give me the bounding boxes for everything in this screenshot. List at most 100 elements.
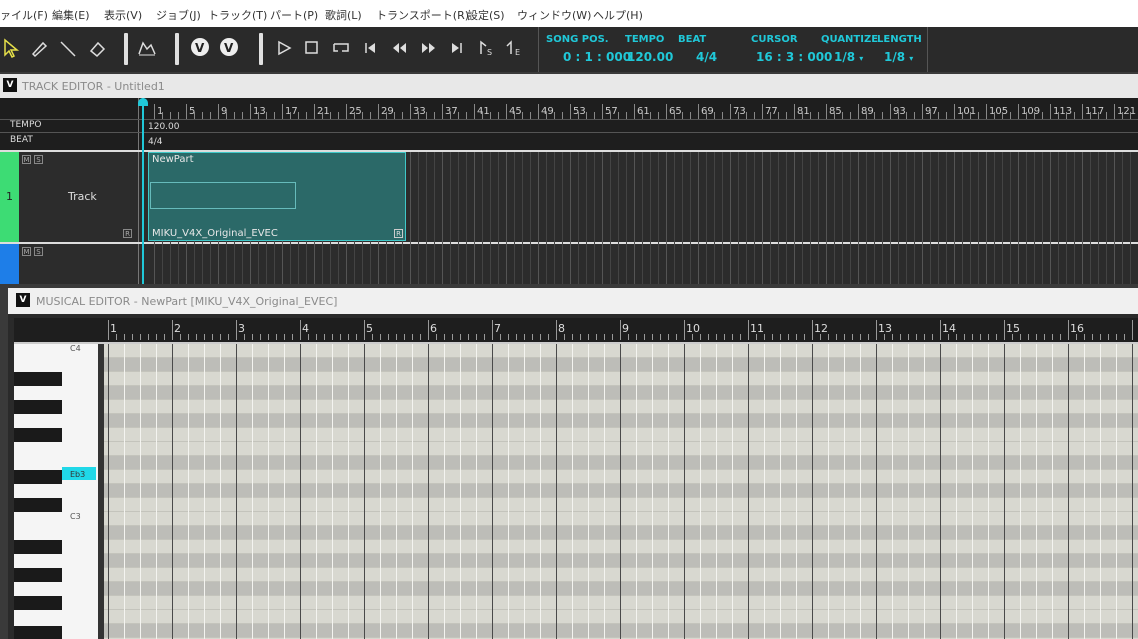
toolbar-separator [124, 33, 128, 65]
solo-button[interactable]: S [34, 155, 43, 164]
toolbar: V V S E SONG POS. 0 : 1 : 000 TEMPO 120.… [0, 27, 1138, 72]
musical-editor: V MUSICAL EDITOR - NewPart [MIKU_V4X_Ori… [8, 288, 1138, 639]
key-label-eb3: Eb3 [70, 470, 86, 479]
ruler-mark: 33 [413, 106, 426, 117]
measure-number: 12 [814, 322, 828, 335]
menu-item[interactable]: ヘルプ(H) [593, 7, 643, 23]
menu-item[interactable]: トランスポート(R) [376, 7, 469, 23]
beat-marker[interactable]: 4/4 [148, 137, 162, 147]
svg-text:V: V [224, 41, 234, 55]
vocaloid-logo-icon: V [3, 78, 17, 92]
measure-number: 14 [942, 322, 956, 335]
beat-value: 4/4 [696, 50, 718, 64]
cursor-value: 16 : 3 : 000 [756, 50, 833, 64]
ruler-mark: 105 [989, 106, 1009, 117]
black-key[interactable] [14, 372, 62, 386]
menu-item[interactable]: ウィンドウ(W) [517, 7, 591, 23]
piano-roll-grid[interactable] [98, 344, 1138, 639]
part-name: NewPart [152, 154, 194, 165]
black-key[interactable] [14, 568, 62, 582]
black-key[interactable] [14, 428, 62, 442]
fast-forward-icon[interactable] [417, 37, 439, 59]
loop-start-icon[interactable]: S [475, 37, 497, 59]
menu-item[interactable]: パート(P) [270, 7, 318, 23]
mute-button[interactable]: M [22, 155, 31, 164]
track-name[interactable]: Track [68, 190, 97, 203]
length-value: 1/8 [884, 50, 906, 64]
menu-item[interactable]: 設定(S) [467, 7, 505, 23]
track-editor-ruler[interactable]: TEMPO BEAT 120.00 4/4 1 5 9 13 17 21 25 29 33 37 4… [0, 98, 1138, 150]
rewind-icon[interactable] [388, 37, 410, 59]
playhead-handle[interactable] [138, 98, 148, 106]
menu-item[interactable]: ァイル(F) [0, 7, 48, 23]
tempo-marker[interactable]: 120.00 [148, 122, 180, 132]
line-tool-icon[interactable] [57, 37, 79, 59]
play-icon[interactable] [273, 37, 295, 59]
ruler-mark: 29 [381, 106, 394, 117]
menu-item[interactable]: 歌詞(L) [325, 7, 362, 23]
beat-label: BEAT [678, 34, 707, 45]
menu-bar: ァイル(F) 編集(E) 表示(V) ジョブ(J) トラック(T) パート(P) 歌詞(L)… [0, 0, 1138, 27]
rec-button[interactable]: R [123, 229, 132, 238]
measure-number: 15 [1006, 322, 1020, 335]
ruler-mark: 81 [797, 106, 810, 117]
piano-keyboard[interactable]: C4 Eb3 C3 [14, 344, 98, 639]
black-key[interactable] [14, 626, 62, 639]
mute-button[interactable]: M [22, 247, 31, 256]
beat-row-label: BEAT [10, 135, 33, 145]
black-key[interactable] [14, 540, 62, 554]
ruler-mark: 13 [253, 106, 266, 117]
ruler-mark: 37 [445, 106, 458, 117]
length-select[interactable]: 1/8 ▾ [884, 50, 913, 64]
go-to-end-icon[interactable] [446, 37, 468, 59]
ruler-mark: 121 [1117, 106, 1137, 117]
arrow-tool-icon[interactable] [2, 37, 24, 59]
ruler-mark: 25 [349, 106, 362, 117]
solo-button[interactable]: S [34, 247, 43, 256]
black-key[interactable] [14, 596, 62, 610]
ruler-mark: 57 [605, 106, 618, 117]
part-rec-button[interactable]: R [394, 229, 403, 238]
loop-icon[interactable] [330, 37, 352, 59]
playhead[interactable] [142, 98, 144, 284]
track-number: 1 [6, 190, 13, 203]
black-key[interactable] [14, 498, 62, 512]
musical-editor-titlebar[interactable]: V MUSICAL EDITOR - NewPart [MIKU_V4X_Ori… [8, 288, 1138, 314]
musical-editor-title: MUSICAL EDITOR - NewPart [MIKU_V4X_Origi… [36, 295, 338, 308]
tempo-label: TEMPO [625, 34, 665, 45]
menu-item[interactable]: ジョブ(J) [156, 7, 201, 23]
track-editor-titlebar[interactable]: V TRACK EDITOR - Untitled1 [0, 74, 1138, 98]
ruler-mark: 77 [765, 106, 778, 117]
quantize-label: QUANTIZE [821, 34, 879, 45]
export-v-icon[interactable]: V [215, 37, 241, 59]
vocal-part[interactable]: NewPart MIKU_V4X_Original_EVEC R [148, 152, 406, 241]
length-label: LENGTH [877, 34, 922, 45]
loop-end-icon[interactable]: E [503, 37, 525, 59]
ruler-mark: 113 [1053, 106, 1073, 117]
ruler-mark: 89 [861, 106, 874, 117]
ruler-mark: 45 [509, 106, 522, 117]
track-row[interactable]: M S [0, 244, 1138, 284]
black-key[interactable] [14, 470, 62, 484]
ruler-mark: 17 [285, 106, 298, 117]
menu-item[interactable]: 表示(V) [104, 7, 142, 23]
pencil-tool-icon[interactable] [28, 37, 50, 59]
envelope-tool-icon[interactable] [136, 37, 158, 59]
menu-item[interactable]: トラック(T) [208, 7, 267, 23]
quantize-select[interactable]: 1/8 ▾ [834, 50, 863, 64]
part-singer: MIKU_V4X_Original_EVEC [152, 228, 278, 239]
tempo-row-label: TEMPO [10, 120, 42, 130]
toolbar-separator [175, 33, 179, 65]
musical-editor-ruler[interactable]: 1 2 3 4 5 6 7 8 9 10 11 12 13 14 15 16 [98, 318, 1138, 342]
song-pos-label: SONG POS. [546, 34, 609, 45]
stop-icon[interactable] [301, 37, 323, 59]
ruler-mark: 69 [701, 106, 714, 117]
go-to-start-icon[interactable] [359, 37, 381, 59]
menu-item[interactable]: 編集(E) [52, 7, 90, 23]
song-pos-value: 0 : 1 : 000 [563, 50, 632, 64]
eraser-tool-icon[interactable] [86, 37, 108, 59]
black-key[interactable] [14, 400, 62, 414]
toolbar-separator [259, 33, 263, 65]
render-v-icon[interactable]: V [186, 37, 212, 59]
key-label-c3: C3 [70, 512, 81, 521]
